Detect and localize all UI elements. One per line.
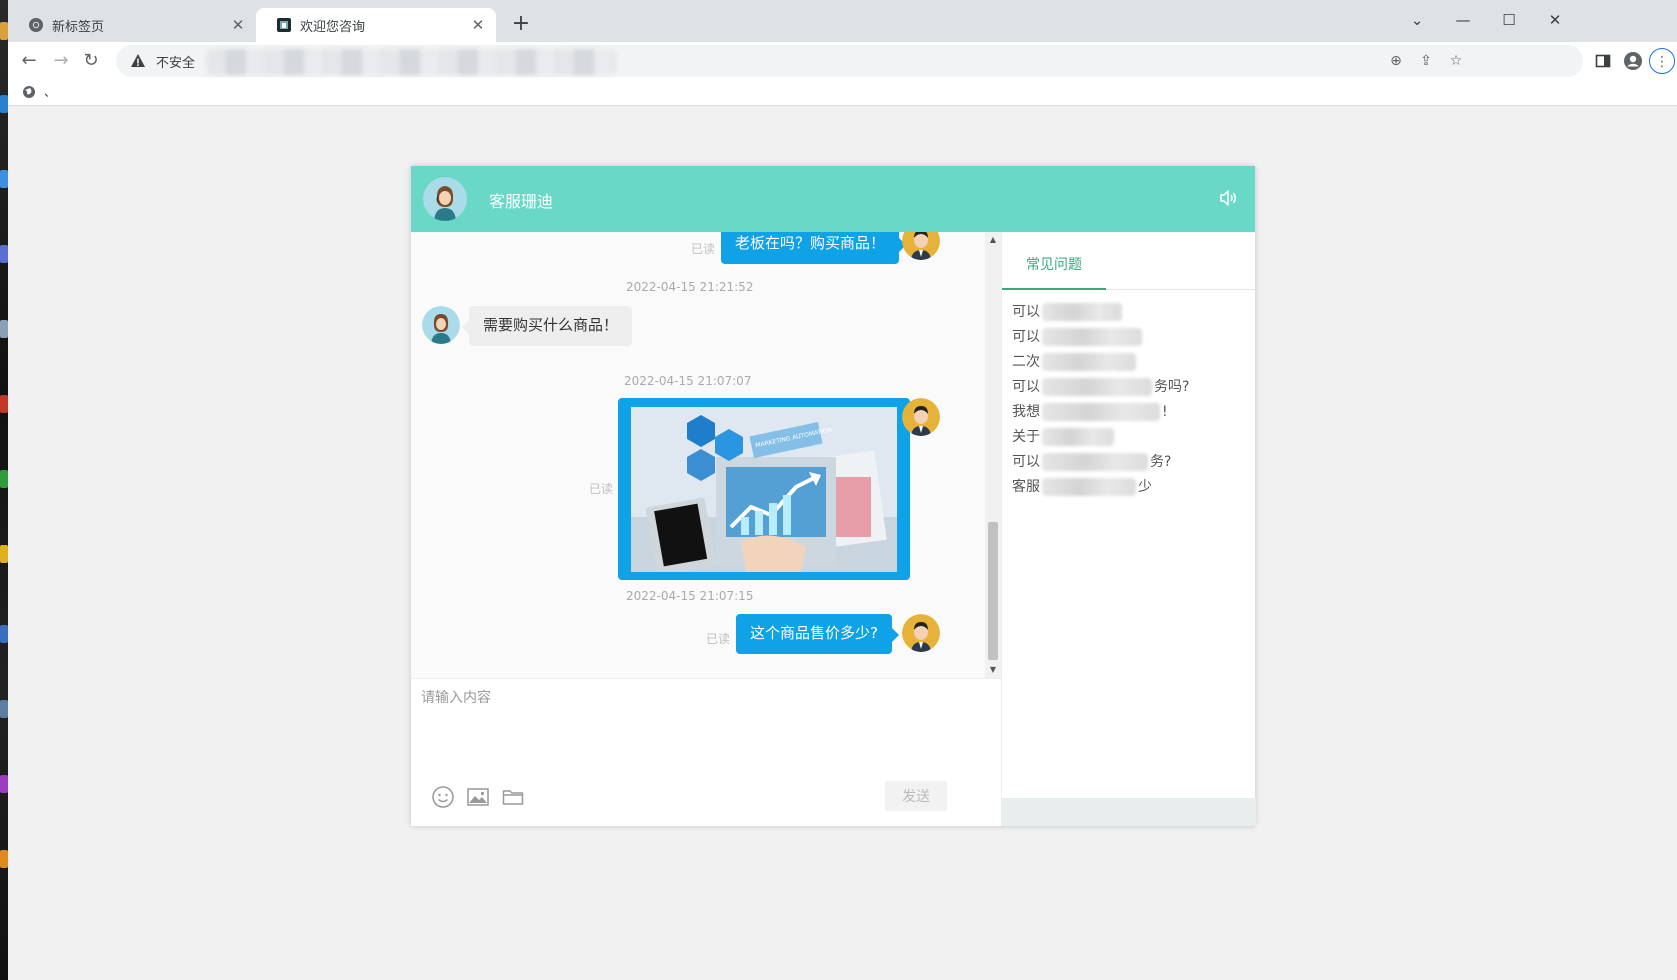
faq-item-text: 可以 — [1012, 304, 1040, 320]
faq-panel-footer — [1002, 798, 1256, 826]
forward-icon[interactable]: → — [48, 48, 74, 74]
read-status: 已读 — [691, 242, 716, 256]
tab-bar: 新标签页 ✕ 欢迎您咨询 ✕ + ⌄ — ☐ ✕ — [8, 0, 1677, 42]
message-timestamp: 2022-04-15 21:07:15 — [626, 589, 754, 603]
message-scrollbar[interactable]: ▲ ▼ — [985, 232, 1001, 678]
share-icon[interactable]: ⇪ — [1416, 51, 1436, 71]
read-status: 已读 — [589, 482, 614, 496]
close-tab-icon[interactable]: ✕ — [228, 16, 248, 34]
agent-avatar — [422, 306, 460, 344]
tab-label: 欢迎您咨询 — [300, 19, 366, 35]
message-timestamp: 2022-04-15 21:07:07 — [624, 374, 752, 388]
faq-item-text: 关于 — [1012, 429, 1040, 445]
faq-item-tail: ! — [1162, 404, 1168, 420]
image-upload-icon[interactable] — [466, 785, 490, 809]
faq-item[interactable]: 我想 ! — [1012, 400, 1246, 425]
faq-item[interactable]: 客服 少 — [1012, 475, 1246, 500]
profile-icon[interactable] — [1620, 48, 1646, 74]
blurred-url — [206, 49, 616, 75]
minimize-icon[interactable]: — — [1440, 6, 1486, 34]
agent-avatar — [423, 177, 467, 221]
composer: 发送 — [411, 678, 1001, 826]
faq-tabs: 常见问题 — [1002, 232, 1256, 290]
faq-item-text: 二次 — [1012, 354, 1040, 370]
menu-icon[interactable]: ⋮ — [1649, 48, 1675, 74]
tab-new-tab[interactable]: 新标签页 ✕ — [8, 8, 256, 42]
message-input[interactable] — [421, 687, 981, 767]
tab-label: 新标签页 — [52, 19, 105, 35]
faq-item-tail: 务? — [1150, 454, 1172, 470]
security-label: 不安全 — [156, 56, 196, 71]
bookmark-label: 、 — [44, 85, 57, 99]
my-message-bubble: 这个商品售价多少? — [736, 614, 899, 654]
faq-list: 可以 可以 二次 可以 务吗? 我想 ! 关于 可以 务? 客服 少 — [1012, 300, 1246, 500]
zoom-icon[interactable]: ⊕ — [1386, 51, 1406, 71]
faq-item-text: 可以 — [1012, 454, 1040, 470]
send-button[interactable]: 发送 — [885, 781, 947, 811]
faq-item[interactable]: 可以 务吗? — [1012, 375, 1246, 400]
maximize-icon[interactable]: ☐ — [1486, 6, 1532, 34]
message-timestamp: 2022-04-15 21:21:52 — [626, 280, 754, 294]
user-avatar — [902, 232, 940, 260]
warning-icon — [131, 54, 145, 67]
faq-item-tail: 务吗? — [1154, 379, 1190, 395]
faq-item-text: 可以 — [1012, 379, 1040, 395]
globe-icon — [23, 85, 35, 98]
agent-message-bubble: 需要购买什么商品！ — [461, 306, 633, 346]
user-avatar — [902, 398, 940, 436]
browser-window: 新标签页 ✕ 欢迎您咨询 ✕ + ⌄ — ☐ ✕ ← → ↻ 不安全 ⊕ ⇪ ☆… — [8, 0, 1677, 980]
chrome-icon — [29, 18, 43, 32]
site-favicon-icon — [277, 18, 291, 32]
message-list[interactable]: 已读 老板在吗？购买商品！ 2022-04-15 21:21:52 需要购买什么… — [411, 232, 1001, 678]
desktop-edge — [0, 0, 8, 980]
chat-header: 客服珊迪 — [411, 166, 1255, 232]
chat-window: 客服珊迪 已读 老板在吗？购买商品！ 2022-04-15 21:21:52 需… — [411, 166, 1256, 826]
faq-item[interactable]: 可以 — [1012, 300, 1246, 325]
my-image-message[interactable]: MARKETING AUTOMATION — [618, 398, 917, 580]
faq-item[interactable]: 关于 — [1012, 425, 1246, 450]
scroll-up-arrow-icon[interactable]: ▲ — [985, 232, 1001, 248]
scroll-thumb[interactable] — [988, 522, 998, 660]
bookmark-item[interactable]: 、 — [22, 83, 56, 100]
star-icon[interactable]: ☆ — [1446, 51, 1466, 71]
bookmarks-bar: 、 — [8, 80, 1677, 106]
new-tab-button[interactable]: + — [508, 12, 534, 38]
close-window-icon[interactable]: ✕ — [1532, 6, 1578, 34]
faq-item-text: 我想 — [1012, 404, 1040, 420]
sound-icon[interactable] — [1217, 187, 1239, 209]
scroll-down-arrow-icon[interactable]: ▼ — [985, 662, 1001, 678]
browser-toolbar: ← → ↻ 不安全 ⊕ ⇪ ☆ ⋮ — [8, 42, 1677, 80]
faq-item[interactable]: 二次 — [1012, 350, 1246, 375]
back-icon[interactable]: ← — [16, 48, 42, 74]
reload-icon[interactable]: ↻ — [78, 48, 104, 74]
faq-item[interactable]: 可以 — [1012, 325, 1246, 350]
marketing-automation-image[interactable]: MARKETING AUTOMATION — [631, 407, 897, 572]
user-avatar — [902, 614, 940, 652]
my-message-bubble: 老板在吗？购买商品！ — [721, 232, 907, 264]
emoji-icon[interactable] — [431, 785, 455, 809]
faq-item-text: 可以 — [1012, 329, 1040, 345]
side-panel-icon[interactable] — [1590, 48, 1616, 74]
read-status: 已读 — [706, 632, 731, 646]
faq-item-tail: 少 — [1138, 479, 1152, 495]
faq-panel: 常见问题 可以 可以 二次 可以 务吗? 我想 ! 关于 可以 务? 客服 少 — [1001, 232, 1256, 826]
agent-name: 客服珊迪 — [489, 192, 554, 211]
faq-item-text: 客服 — [1012, 479, 1040, 495]
faq-item[interactable]: 可以 务? — [1012, 450, 1246, 475]
address-bar[interactable]: 不安全 ⊕ ⇪ ☆ — [116, 45, 1583, 77]
folder-icon[interactable] — [501, 785, 525, 809]
tab-faq[interactable]: 常见问题 — [1002, 250, 1106, 290]
tab-search-icon[interactable]: ⌄ — [1394, 6, 1440, 34]
tab-consult[interactable]: 欢迎您咨询 ✕ — [256, 8, 496, 42]
close-tab-icon[interactable]: ✕ — [468, 16, 488, 34]
